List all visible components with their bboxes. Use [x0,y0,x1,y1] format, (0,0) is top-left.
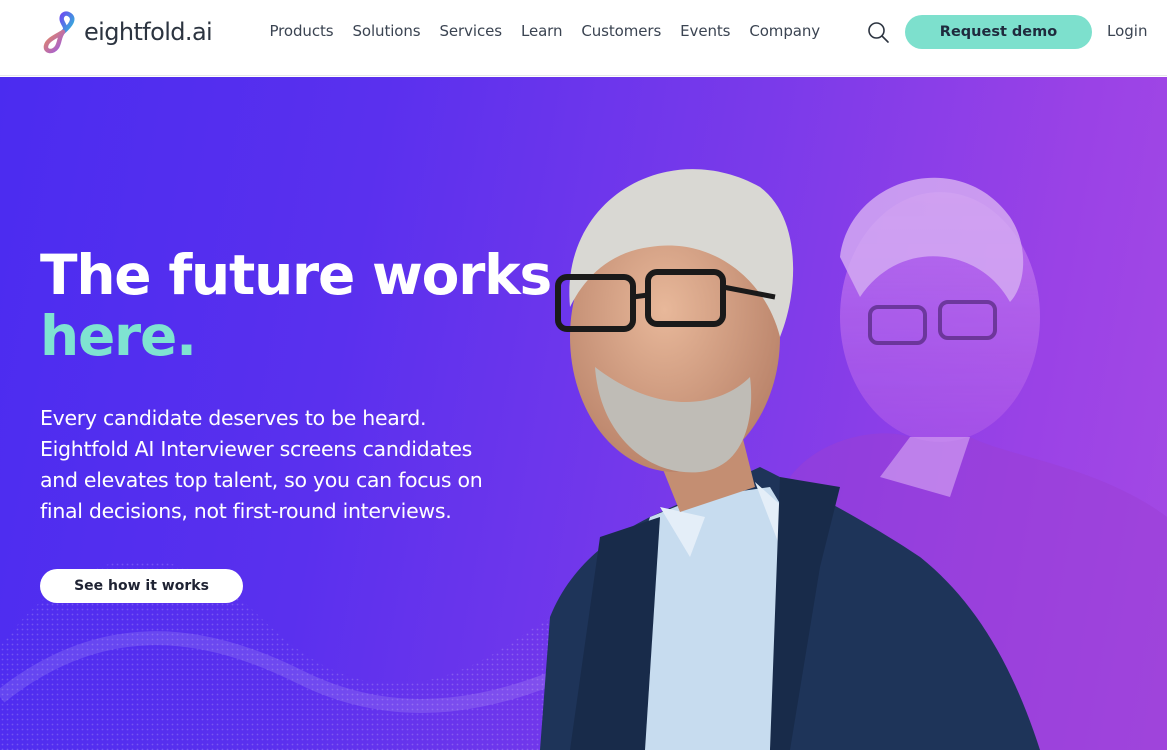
search-icon[interactable] [866,20,890,44]
hero-section: The future works here. Every candidate d… [0,77,1167,750]
site-header: eightfold.ai Products Solutions Services… [0,0,1167,76]
login-link[interactable]: Login [1107,22,1147,40]
hero-title-line-1: The future works [40,243,552,307]
logo-text: eightfold.ai [84,18,213,46]
see-how-it-works-button[interactable]: See how it works [40,569,243,603]
nav-item-services[interactable]: Services [430,22,511,40]
eightfold-logo[interactable]: eightfold.ai [41,10,213,54]
nav-item-customers[interactable]: Customers [572,22,671,40]
hero-portrait-image [540,169,1167,750]
nav-item-events[interactable]: Events [671,22,740,40]
nav-item-products[interactable]: Products [260,22,343,40]
nav-item-company[interactable]: Company [740,22,830,40]
request-demo-button[interactable]: Request demo [905,15,1092,49]
hero-title-line-2: here. [40,304,197,368]
infinity-logo-icon [43,11,75,54]
hero-description: Every candidate deserves to be heard. Ei… [40,406,483,523]
nav-item-solutions[interactable]: Solutions [343,22,430,40]
nav-item-learn[interactable]: Learn [511,22,571,40]
main-nav: Products Solutions Services Learn Custom… [260,18,830,44]
hero-title: The future works here. [40,245,560,367]
